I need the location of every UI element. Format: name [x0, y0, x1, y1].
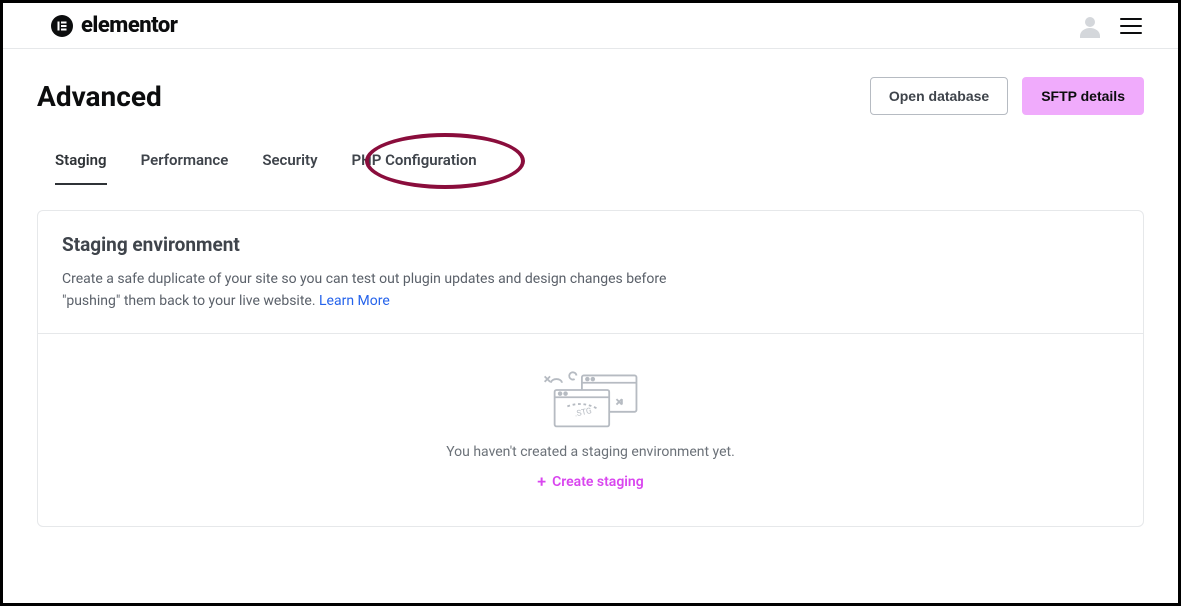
learn-more-link[interactable]: Learn More	[319, 293, 390, 309]
tab-performance[interactable]: Performance	[141, 151, 229, 185]
tab-staging[interactable]: Staging	[55, 151, 107, 185]
panel-header: Staging environment Create a safe duplic…	[38, 211, 1143, 334]
tab-security[interactable]: Security	[262, 151, 317, 185]
create-staging-button[interactable]: + Create staging	[537, 474, 643, 490]
brand-mark-icon	[51, 15, 73, 37]
header-actions: Open database SFTP details	[870, 77, 1144, 115]
content-area: Advanced Open database SFTP details Stag…	[3, 49, 1178, 547]
user-avatar-icon[interactable]	[1078, 14, 1102, 38]
page-header: Advanced Open database SFTP details	[37, 77, 1144, 115]
staging-illustration-icon: .STG	[536, 370, 646, 430]
staging-panel: Staging environment Create a safe duplic…	[37, 210, 1144, 527]
plus-icon: +	[537, 474, 546, 490]
topbar: elementor	[3, 3, 1178, 49]
sftp-details-button[interactable]: SFTP details	[1022, 77, 1144, 115]
tab-php-configuration[interactable]: PHP Configuration	[352, 151, 477, 185]
menu-icon[interactable]	[1120, 18, 1142, 34]
brand-name: elementor	[81, 13, 177, 38]
page-title: Advanced	[37, 80, 162, 113]
panel-description: Create a safe duplicate of your site so …	[62, 268, 702, 313]
elementor-glyph-icon	[56, 20, 68, 32]
tabs: Staging Performance Security PHP Configu…	[37, 151, 1144, 186]
open-database-button[interactable]: Open database	[870, 77, 1008, 115]
topbar-right	[1078, 14, 1142, 38]
empty-state-text: You haven't created a staging environmen…	[446, 444, 735, 460]
brand-logo[interactable]: elementor	[51, 13, 177, 38]
create-staging-label: Create staging	[552, 474, 644, 490]
panel-body: .STG You haven't created a staging envir…	[38, 334, 1143, 526]
panel-title: Staging environment	[62, 233, 1119, 256]
